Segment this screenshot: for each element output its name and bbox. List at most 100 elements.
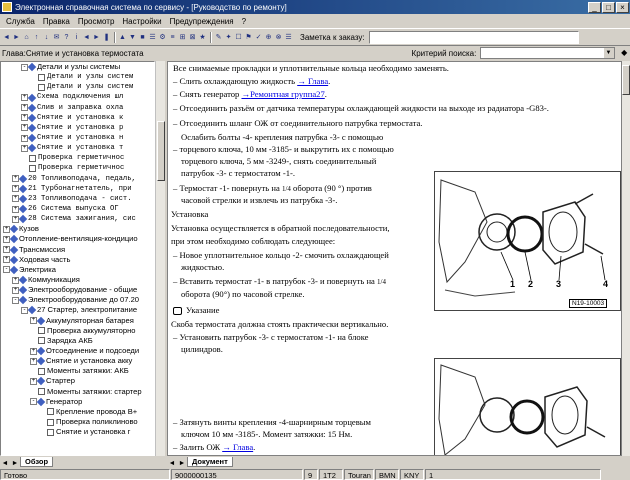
tree-item[interactable]: Проверка герметичнос (1, 163, 154, 173)
toolbar-button-icon[interactable]: ■ (138, 32, 147, 43)
minimize-button[interactable]: _ (588, 1, 601, 13)
tree-scroll-thumb[interactable] (157, 121, 165, 181)
toolbar-button-icon[interactable]: ✎ (214, 32, 223, 43)
tree-item[interactable]: + Снятие и установка н (1, 133, 154, 143)
tree-item[interactable]: +21 Турбонагнетатель, при (1, 184, 154, 194)
tree-item[interactable]: + Электрооборудование - общие (1, 285, 154, 295)
tree-item[interactable]: + Снятие и установка акку (1, 356, 154, 366)
tree-item[interactable]: + Кузов (1, 224, 154, 234)
expand-icon[interactable]: + (3, 235, 10, 243)
tab-scroll-left-icon[interactable]: ◄ (0, 460, 10, 467)
toolbar-button-icon[interactable]: ✓ (254, 32, 263, 43)
tab-scroll-right-icon[interactable]: ► (10, 460, 20, 467)
toolbar-button-icon[interactable]: ? (62, 32, 71, 43)
tree-item[interactable]: Зарядка АКБ (1, 336, 154, 346)
toolbar-button-icon[interactable]: ⊞ (178, 32, 187, 43)
tree-item[interactable]: Детали и узлы систем (1, 72, 154, 82)
tree-item[interactable]: +26 Система выпуска ОГ (1, 204, 154, 214)
collapse-icon[interactable]: - (12, 296, 19, 304)
toolbar-button-icon[interactable]: ► (12, 32, 21, 43)
maximize-button[interactable]: □ (602, 1, 615, 13)
tab-overview[interactable]: Обзор (20, 457, 54, 467)
tree-item[interactable]: + Аккумуляторная батарея (1, 316, 154, 326)
toolbar-button-icon[interactable]: i (72, 32, 81, 43)
tree-item[interactable]: Моменты затяжки: АКБ (1, 366, 154, 376)
expand-icon[interactable]: + (3, 225, 10, 233)
search-criteria-combo[interactable]: ▼ (480, 47, 615, 59)
menu-view[interactable]: Просмотр (74, 17, 119, 26)
expand-icon[interactable]: + (21, 144, 28, 152)
tree-item[interactable]: + Снятие и установка р (1, 123, 154, 133)
tree-item[interactable]: + Коммуникация (1, 275, 154, 285)
tree-item[interactable]: Крепление провода В+ (1, 407, 154, 417)
toolbar-button-icon[interactable]: ⚙ (158, 32, 167, 43)
document-scrollbar[interactable] (622, 61, 630, 456)
menu-service[interactable]: Служба (2, 17, 39, 26)
toolbar-button-icon[interactable]: ✉ (52, 32, 61, 43)
toolbar-button-icon[interactable]: ↑ (32, 32, 41, 43)
toolbar-button-icon[interactable]: ❚ (102, 32, 111, 43)
tree-item[interactable]: + Снятие и установка т (1, 143, 154, 153)
tree-item[interactable]: + Схема подключения шл (1, 92, 154, 102)
menu-settings[interactable]: Настройки (118, 17, 165, 26)
chapter-link[interactable]: → Глава (222, 442, 253, 452)
tree-item[interactable]: - Электрика (1, 265, 154, 275)
tree-item[interactable]: Проверка аккумуляторно (1, 326, 154, 336)
toolbar-button-icon[interactable]: ↓ (42, 32, 51, 43)
tab-document[interactable]: Документ (187, 457, 233, 467)
toolbar-button-icon[interactable]: ☰ (284, 32, 293, 43)
toolbar-button-icon[interactable]: ▲ (118, 32, 127, 43)
toolbar-button-icon[interactable]: ☐ (234, 32, 243, 43)
toolbar-button-icon[interactable]: ⊕ (264, 32, 273, 43)
toolbar-button-icon[interactable]: ≡ (168, 32, 177, 43)
tree-item[interactable]: - Генератор (1, 397, 154, 407)
doc-tab-scroll-left-icon[interactable]: ◄ (167, 460, 177, 467)
tree-item[interactable]: + Трансмиссия (1, 245, 154, 255)
toolbar-button-icon[interactable]: ◄ (2, 32, 11, 43)
tree-item[interactable]: +28 Система зажигания, сис (1, 214, 154, 224)
tree-item[interactable]: + Снятие и установка к (1, 113, 154, 123)
tree-item[interactable]: + Отопление-вентиляция-кондицио (1, 234, 154, 244)
toolbar-button-icon[interactable]: ☰ (148, 32, 157, 43)
tree-item[interactable]: - 27 Стартер, электропитание (1, 305, 154, 315)
tree-item[interactable]: Проверка герметичнос (1, 153, 154, 163)
collapse-icon[interactable]: - (21, 306, 28, 314)
chapter-icon (27, 123, 37, 133)
close-button[interactable]: × (616, 1, 629, 13)
menu-warnings[interactable]: Предупреждения (166, 17, 238, 26)
tree-item[interactable]: Снятие и установка г (1, 427, 154, 437)
document-view: Все снимаемые прокладки и уплотнительные… (167, 61, 622, 456)
toolbar-button-icon[interactable]: ⌂ (22, 32, 31, 43)
expand-icon[interactable]: + (12, 215, 19, 223)
chapter-link[interactable]: → Глава (297, 76, 328, 86)
tree-item[interactable]: Детали и узлы систем (1, 82, 154, 92)
tree-item[interactable]: + Слив и заправка охла (1, 103, 154, 113)
doc-tab-scroll-right-icon[interactable]: ► (177, 460, 187, 467)
toolbar-button-icon[interactable]: ★ (198, 32, 207, 43)
tree-item[interactable]: - Электрооборудование до 07.20 (1, 295, 154, 305)
toolbar-button-icon[interactable]: ► (92, 32, 101, 43)
toolbar-button-icon[interactable]: ⚑ (244, 32, 253, 43)
tree-item[interactable]: - Детали и узлы системы (1, 62, 154, 72)
tree-item[interactable]: + Отсоединение и подсоеди (1, 346, 154, 356)
order-note-input[interactable] (368, 30, 579, 44)
tree-scrollbar[interactable] (155, 61, 165, 456)
toolbar-button-icon[interactable]: ◄ (82, 32, 91, 43)
tree-item[interactable]: + Ходовая часть (1, 255, 154, 265)
toolbar-button-icon[interactable]: ✦ (224, 32, 233, 43)
toolbar-button-icon[interactable]: ▼ (128, 32, 137, 43)
menu-edit[interactable]: Правка (39, 17, 74, 26)
tree-item[interactable]: + Стартер (1, 376, 154, 386)
menu-help[interactable]: ? (238, 17, 250, 26)
tree-item[interactable]: Проверка поликлиново (1, 417, 154, 427)
tree-item[interactable]: +20 Топливоподача, педаль, (1, 174, 154, 184)
chevron-down-icon[interactable]: ▼ (603, 48, 614, 58)
toolbar-button-icon[interactable]: ⊠ (188, 32, 197, 43)
toolbar-button-icon[interactable]: ⊗ (274, 32, 283, 43)
tree-item[interactable]: +23 Топливоподача - сист. (1, 194, 154, 204)
search-button[interactable]: ◆ (619, 47, 630, 59)
repair-group-link[interactable]: →Ремонтная группа27 (241, 89, 324, 99)
expand-icon[interactable]: + (30, 377, 37, 385)
document-scroll-thumb[interactable] (622, 65, 630, 95)
tree-item[interactable]: Моменты затяжки: стартер (1, 387, 154, 397)
